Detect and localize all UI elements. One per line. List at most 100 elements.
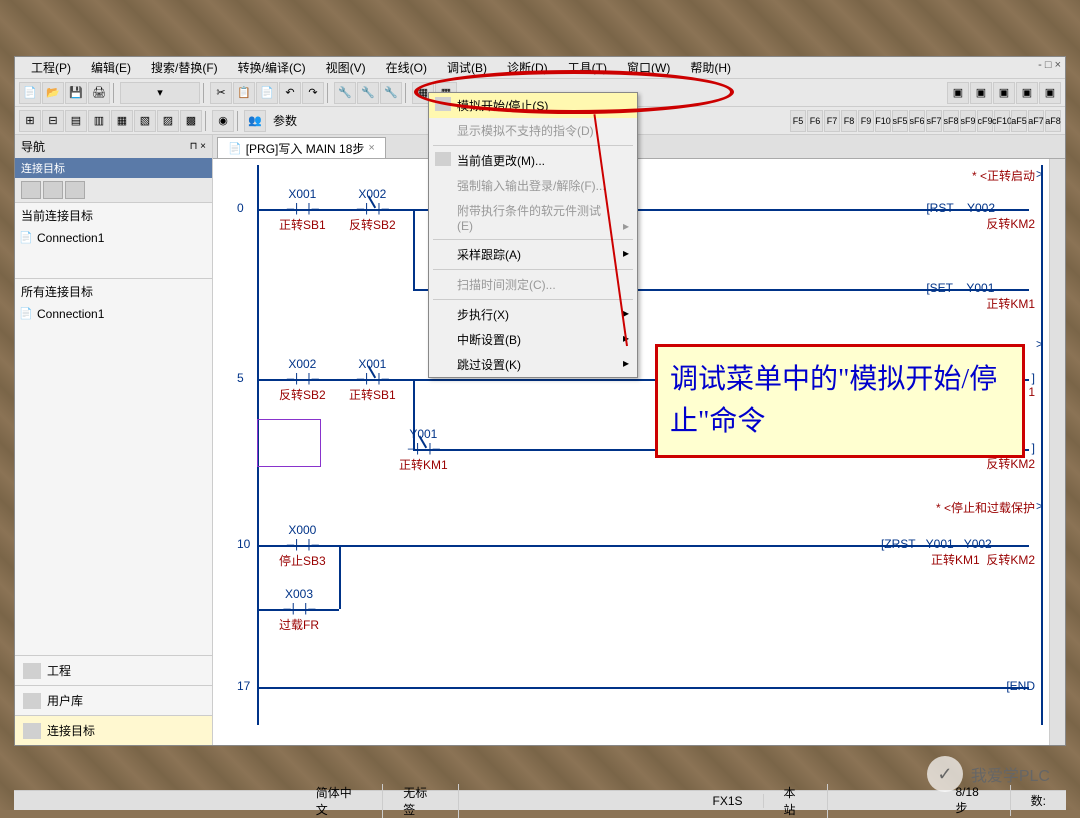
ld-icon[interactable]: ⊞ xyxy=(19,110,41,132)
menu-item[interactable]: 跳过设置(K)▸ xyxy=(429,352,637,377)
output-end[interactable]: [END xyxy=(1006,679,1035,693)
menu-item[interactable]: 采样跟踪(A)▸ xyxy=(429,242,637,267)
tool-icon[interactable]: ▣ xyxy=(1039,82,1061,104)
ld-icon[interactable]: ▥ xyxy=(88,110,110,132)
tool-icon[interactable]: ▣ xyxy=(947,82,969,104)
dropdown-toolbar[interactable]: ▾ xyxy=(120,82,200,104)
menu-tools[interactable]: 工具(T) xyxy=(558,57,617,78)
contact-no[interactable]: X002 —| |— 反转SB2 xyxy=(279,357,326,403)
tool-icon[interactable]: 🔧 xyxy=(334,82,356,104)
menu-item-label: 显示模拟不支持的指令(D) xyxy=(457,124,594,138)
ld-icon[interactable]: 👥 xyxy=(244,110,266,132)
save-icon[interactable]: 💾 xyxy=(65,82,87,104)
fn-key[interactable]: sF5 xyxy=(892,110,908,132)
tool-icon[interactable]: 🔧 xyxy=(357,82,379,104)
copy-icon[interactable]: 📋 xyxy=(233,82,255,104)
fn-key[interactable]: sF9 xyxy=(960,110,976,132)
nav-tab-strip[interactable]: 连接目标 xyxy=(15,158,212,178)
fn-key[interactable]: F7 xyxy=(824,110,840,132)
menu-separator xyxy=(433,269,633,270)
output-set[interactable]: [SET Y001 正转KM1 xyxy=(926,281,1035,312)
tool-icon[interactable]: ▣ xyxy=(993,82,1015,104)
nav-tab-project[interactable]: 工程 xyxy=(15,655,212,685)
nav-connection-item[interactable]: Connection1 xyxy=(15,228,212,248)
contact-nc[interactable]: X002 —| |— 反转SB2 xyxy=(349,187,396,233)
contact-nc[interactable]: Y001 —| |— 正转KM1 xyxy=(399,427,448,473)
menu-window[interactable]: 窗口(W) xyxy=(617,57,680,78)
menu-online[interactable]: 在线(O) xyxy=(376,57,437,78)
output-rst[interactable]: [RST Y002 反转KM2 xyxy=(926,201,1035,232)
fn-key[interactable]: aF8 xyxy=(1045,110,1061,132)
ld-icon[interactable]: ▤ xyxy=(65,110,87,132)
ld-icon[interactable]: ▩ xyxy=(180,110,202,132)
nav-view-icon[interactable] xyxy=(65,181,85,199)
nav-connection-item[interactable]: Connection1 xyxy=(15,304,212,324)
fn-key[interactable]: sF6 xyxy=(909,110,925,132)
separator xyxy=(205,111,209,131)
status-lang: 简体中文 xyxy=(296,784,383,818)
print-icon[interactable]: 🖨 xyxy=(88,82,110,104)
paste-icon[interactable]: 📄 xyxy=(256,82,278,104)
fn-key[interactable]: cF9 xyxy=(977,110,993,132)
fn-key[interactable]: F6 xyxy=(807,110,823,132)
nav-view-icon[interactable] xyxy=(21,181,41,199)
nav-view-icon[interactable] xyxy=(43,181,63,199)
open-icon[interactable]: 📂 xyxy=(42,82,64,104)
undo-icon[interactable]: ↶ xyxy=(279,82,301,104)
tool-icon[interactable]: ▣ xyxy=(970,82,992,104)
menu-view[interactable]: 视图(V) xyxy=(316,57,376,78)
menu-separator xyxy=(433,145,633,146)
redo-icon[interactable]: ↷ xyxy=(302,82,324,104)
menu-item[interactable]: 当前值更改(M)... xyxy=(429,148,637,173)
menu-convert[interactable]: 转换/编译(C) xyxy=(228,57,316,78)
document-icon: 📄 xyxy=(228,142,242,155)
fn-key[interactable]: sF8 xyxy=(943,110,959,132)
scrollbar-vertical[interactable] xyxy=(1049,159,1065,745)
selection-cursor xyxy=(257,419,321,467)
output-coil[interactable]: ]1 xyxy=(1028,371,1035,399)
tool-icon[interactable]: 🔧 xyxy=(380,82,402,104)
window-controls[interactable]: - □ × xyxy=(1038,59,1061,71)
ld-icon[interactable]: ◉ xyxy=(212,110,234,132)
nav-tab-userlib[interactable]: 用户库 xyxy=(15,685,212,715)
fn-key[interactable]: aF5 xyxy=(1011,110,1027,132)
ld-icon[interactable]: ▦ xyxy=(111,110,133,132)
continue-marker: > xyxy=(1036,499,1043,513)
fn-key[interactable]: F5 xyxy=(790,110,806,132)
right-rail xyxy=(1041,165,1043,725)
menu-diagnose[interactable]: 诊断(D) xyxy=(497,57,558,78)
fn-key[interactable]: cF10 xyxy=(994,110,1010,132)
cut-icon[interactable]: ✂ xyxy=(210,82,232,104)
menu-item-icon xyxy=(435,97,451,111)
fn-key[interactable]: sF7 xyxy=(926,110,942,132)
output-zrst[interactable]: [ZRST Y001 Y002 正转KM1 反转KM2 xyxy=(881,537,1035,568)
pin-icon[interactable]: ⊓ × xyxy=(190,141,206,152)
contact-nc[interactable]: X001 —| |— 正转SB1 xyxy=(349,357,396,403)
menu-project[interactable]: 工程(P) xyxy=(21,57,81,78)
editor-tab[interactable]: 📄 [PRG]写入 MAIN 18步 × xyxy=(217,137,386,158)
menu-item[interactable]: 中断设置(B)▸ xyxy=(429,327,637,352)
contact-no[interactable]: X000 —| |— 停止SB3 xyxy=(279,523,326,569)
tool-icon[interactable]: ▣ xyxy=(1016,82,1038,104)
menu-search[interactable]: 搜索/替换(F) xyxy=(141,57,228,78)
menu-item[interactable]: 模拟开始/停止(S) xyxy=(429,93,637,118)
contact-no[interactable]: X003 —| |— 过载FR xyxy=(279,587,319,633)
ld-icon[interactable]: ▧ xyxy=(134,110,156,132)
menu-debug[interactable]: 调试(B) xyxy=(437,57,497,78)
nav-tab-conntarget[interactable]: 连接目标 xyxy=(15,715,212,745)
fn-key[interactable]: aF7 xyxy=(1028,110,1044,132)
separator xyxy=(237,111,241,131)
menu-item-icon xyxy=(435,152,451,166)
contact-no[interactable]: X001 —| |— 正转SB1 xyxy=(279,187,326,233)
fn-key[interactable]: F8 xyxy=(841,110,857,132)
menu-edit[interactable]: 编辑(E) xyxy=(81,57,141,78)
close-icon[interactable]: × xyxy=(368,142,374,154)
menu-item[interactable]: 步执行(X)▸ xyxy=(429,302,637,327)
ld-icon[interactable]: ⊟ xyxy=(42,110,64,132)
fn-key[interactable]: F10 xyxy=(875,110,891,132)
new-icon[interactable]: 📄 xyxy=(19,82,41,104)
menu-help[interactable]: 帮助(H) xyxy=(680,57,741,78)
nav-title: 导航 xyxy=(21,138,45,155)
ld-icon[interactable]: ▨ xyxy=(157,110,179,132)
fn-key[interactable]: F9 xyxy=(858,110,874,132)
